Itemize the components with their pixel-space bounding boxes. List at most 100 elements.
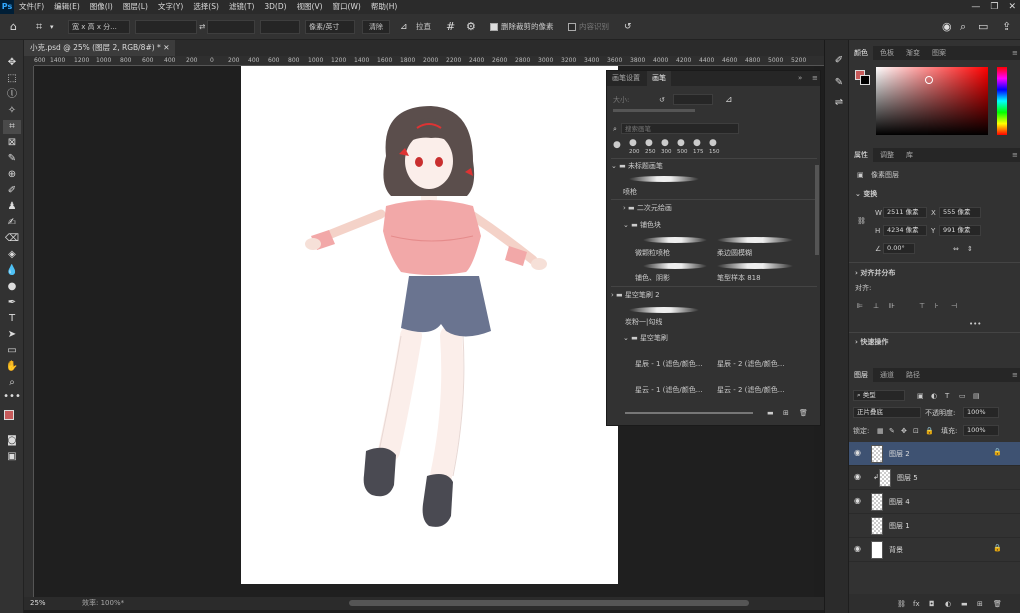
tab-brushes[interactable]: 画笔	[647, 71, 671, 86]
menu-filter[interactable]: 滤镜(T)	[224, 0, 259, 14]
blend-mode-select[interactable]: 正片叠底	[853, 407, 921, 418]
filter-shape-icon[interactable]: ▭	[959, 391, 966, 401]
hand-tool-icon[interactable]: ✋	[3, 360, 21, 374]
align-middle-icon[interactable]: ⊦	[935, 301, 939, 311]
tab-brush-settings[interactable]: 画笔设置	[607, 71, 645, 86]
size-slider[interactable]	[613, 109, 695, 112]
straighten-icon[interactable]: ⊿	[400, 19, 408, 35]
horizontal-scrollbar[interactable]	[349, 600, 749, 606]
chevron-down-icon[interactable]: ▾	[50, 19, 54, 35]
gear-icon[interactable]: ⚙	[466, 19, 476, 35]
eraser-tool-icon[interactable]: ⌫	[3, 232, 21, 246]
lock-image-icon[interactable]: ✎	[889, 426, 895, 436]
group-folder-icon[interactable]: ▬	[961, 599, 968, 609]
foreground-color-swatch[interactable]	[4, 410, 14, 420]
x-field[interactable]: 555 像素	[939, 207, 981, 218]
maximize-icon[interactable]: ❐	[990, 0, 998, 14]
panel-menu-icon[interactable]: ≡	[1007, 46, 1020, 60]
align-right-icon[interactable]: ⊪	[889, 301, 895, 311]
layer-name[interactable]: 图层 5	[897, 473, 918, 483]
group-starry-brush[interactable]: ⌄ ▬ 星空笔刷	[623, 332, 668, 344]
flip-horizontal-icon[interactable]: ⇔	[953, 244, 959, 254]
search-icon[interactable]: ⌕	[960, 19, 966, 35]
width-field[interactable]: 2511 像素	[883, 207, 927, 218]
background-color-swatch[interactable]	[860, 75, 870, 85]
home-icon[interactable]: ⌂	[10, 19, 17, 35]
vertical-ruler[interactable]	[24, 66, 34, 597]
tab-adjustments[interactable]: 调整	[875, 148, 899, 162]
new-brush-icon[interactable]: ⊿	[725, 94, 733, 106]
brush-nebula-2[interactable]: 星云 - 2 (滤色/颜色...	[717, 384, 784, 396]
document-tab[interactable]: 小克.psd @ 25% (图层 2, RGB/8#) * ✕	[24, 40, 176, 56]
fill-field[interactable]: 100%	[963, 425, 999, 436]
layer-row[interactable]: ◉ ↲ 图层 5	[849, 466, 1020, 490]
brush-list-scrollbar[interactable]	[815, 165, 819, 255]
frame-tool-icon[interactable]: ⊠	[3, 136, 21, 150]
zoom-tool-icon[interactable]: ⌕	[3, 376, 21, 390]
layer-row[interactable]: ◉ 图层 2 🔒	[849, 442, 1020, 466]
panel-menu-icon[interactable]: ≡	[1007, 368, 1020, 382]
share-icon[interactable]: ⇪	[1002, 19, 1011, 35]
reset-icon[interactable]: ↺	[624, 19, 632, 35]
type-tool-icon[interactable]: T	[3, 312, 21, 326]
adjustment-layer-icon[interactable]: ◐	[945, 599, 951, 609]
menu-image[interactable]: 图像(I)	[85, 0, 118, 14]
tab-patterns[interactable]: 图案	[927, 46, 951, 60]
brush-soft-round-blur[interactable]: 柔边圆模糊	[717, 247, 752, 259]
menu-view[interactable]: 视图(V)	[292, 0, 328, 14]
tab-libraries[interactable]: 库	[901, 148, 918, 162]
width-input[interactable]	[135, 20, 197, 34]
brush-airbrush[interactable]: 喷枪	[623, 186, 637, 198]
filter-type-icon[interactable]: T	[945, 391, 949, 401]
zoom-level[interactable]: 25%	[30, 597, 46, 610]
layer-name[interactable]: 图层 1	[889, 521, 910, 531]
trash-icon[interactable]: 🗑	[799, 407, 808, 419]
path-selection-tool-icon[interactable]: ➤	[3, 328, 21, 342]
reset-size-icon[interactable]: ↺	[659, 94, 665, 106]
clone-stamp-tool-icon[interactable]: ♟	[3, 200, 21, 214]
brush-search-input[interactable]	[621, 123, 739, 134]
brush-fine-grain-airbrush[interactable]: 微颗粒喷枪	[635, 247, 670, 259]
crop-tool-icon[interactable]: ⌗	[3, 120, 21, 134]
grid-overlay-icon[interactable]: #	[446, 19, 455, 35]
filter-pixel-icon[interactable]: ▣	[917, 391, 924, 401]
brush-star-2[interactable]: 星辰 - 2 (滤色/颜色...	[717, 358, 784, 370]
menu-type[interactable]: 文字(Y)	[153, 0, 188, 14]
group-unnamed-brushes[interactable]: ⌄ ▬ 未标题画笔	[611, 160, 663, 172]
ratio-select[interactable]: 宽 x 高 x 分...	[68, 20, 130, 34]
brush-star-1[interactable]: 星辰 - 1 (滤色/颜色...	[635, 358, 702, 370]
swap-icon[interactable]: ⇄	[199, 20, 205, 34]
fx-icon[interactable]: fx	[913, 599, 920, 609]
collapse-icon[interactable]: »	[793, 71, 807, 86]
tab-paths[interactable]: 路径	[901, 368, 925, 382]
blur-tool-icon[interactable]: 💧	[3, 264, 21, 278]
user-icon[interactable]: ◉	[942, 19, 952, 35]
align-top-icon[interactable]: ⊤	[919, 301, 925, 311]
lock-transparent-icon[interactable]: ▦	[877, 426, 884, 436]
workspace-icon[interactable]: ▭	[978, 19, 988, 35]
more-tools-icon[interactable]: •••	[3, 390, 21, 404]
marquee-tool-icon[interactable]: ⬚	[3, 72, 21, 86]
close-tab-icon[interactable]: ✕	[163, 43, 169, 52]
flip-vertical-icon[interactable]: ⇕	[967, 244, 973, 254]
delete-cropped-checkbox[interactable]: 删除裁剪的像素	[490, 20, 554, 34]
horizontal-ruler[interactable]: 600 1400 1200 1000 800 600 400 200 0 200…	[34, 56, 824, 66]
layer-row[interactable]: ◉ 图层 4	[849, 490, 1020, 514]
more-options-icon[interactable]: •••	[969, 319, 981, 329]
eye-icon[interactable]: ◉	[854, 472, 861, 481]
align-left-icon[interactable]: ⊫	[857, 301, 863, 311]
group-anime-painting[interactable]: › ▬ 二次元绘画	[623, 202, 672, 214]
doc-info[interactable]: 效率: 100%*	[82, 597, 124, 610]
filter-adjust-icon[interactable]: ◐	[931, 391, 937, 401]
panel-menu-icon[interactable]: ≡	[807, 71, 823, 86]
lock-all-icon[interactable]: 🔒	[925, 426, 934, 436]
lock-artboard-icon[interactable]: ⊡	[913, 426, 919, 436]
brush-color-shadow[interactable]: 铺色、阴影	[635, 272, 670, 284]
document-canvas[interactable]	[241, 66, 618, 584]
tab-gradients[interactable]: 渐变	[901, 46, 925, 60]
brush-charcoal-line[interactable]: 炭粉一|勾线	[625, 316, 662, 328]
transform-section[interactable]: ⌄ 变换	[855, 189, 877, 199]
layer-name[interactable]: 背景	[889, 545, 903, 555]
align-section[interactable]: › 对齐并分布	[855, 268, 895, 278]
height-input[interactable]	[207, 20, 255, 34]
